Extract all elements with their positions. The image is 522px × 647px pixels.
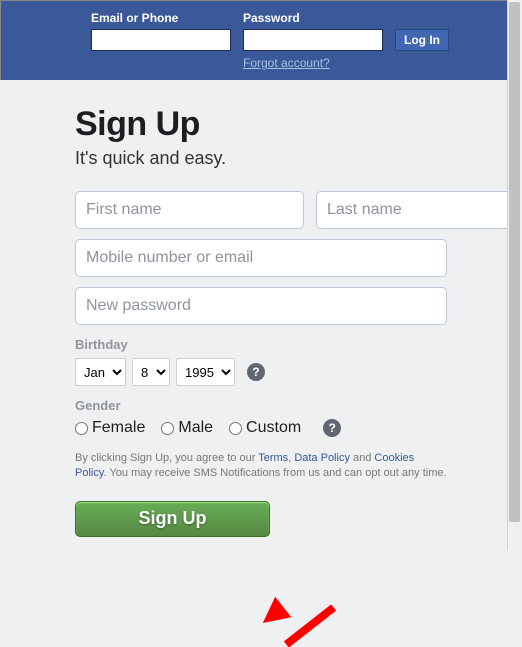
gender-female-option[interactable]: Female: [75, 419, 145, 437]
signup-subheading: It's quick and easy.: [75, 148, 447, 169]
login-bar: Email or Phone Password Forgot account? …: [0, 0, 522, 80]
terms-link[interactable]: Terms: [258, 452, 288, 464]
first-name-input[interactable]: [75, 191, 304, 229]
gender-help-icon[interactable]: ?: [323, 419, 341, 437]
birth-year-select[interactable]: 1995: [176, 358, 235, 386]
password-input[interactable]: [243, 29, 383, 51]
disclaimer-pre: By clicking Sign Up, you agree to our: [75, 452, 258, 464]
gender-female-radio[interactable]: [75, 422, 88, 435]
data-policy-link[interactable]: Data Policy: [294, 452, 350, 464]
vertical-scrollbar[interactable]: [507, 0, 522, 550]
gender-custom-option[interactable]: Custom: [229, 419, 301, 437]
new-password-input[interactable]: [75, 287, 447, 325]
birthday-row: Jan 8 1995 ?: [75, 358, 447, 386]
signup-heading: Sign Up: [75, 105, 447, 144]
login-button[interactable]: Log In: [395, 29, 449, 51]
birth-day-select[interactable]: 8: [132, 358, 170, 386]
login-password-group: Password Forgot account?: [243, 11, 383, 70]
terms-disclaimer: By clicking Sign Up, you agree to our Te…: [75, 451, 447, 481]
signup-button[interactable]: Sign Up: [75, 501, 270, 537]
forgot-account-link[interactable]: Forgot account?: [243, 56, 383, 70]
disclaimer-post: . You may receive SMS Notifications from…: [104, 467, 447, 479]
gender-row: Female Male Custom ?: [75, 419, 447, 437]
login-email-group: Email or Phone: [91, 11, 231, 51]
birth-month-select[interactable]: Jan: [75, 358, 126, 386]
email-label: Email or Phone: [91, 11, 231, 25]
scrollbar-thumb[interactable]: [509, 2, 520, 522]
contact-input[interactable]: [75, 239, 447, 277]
birthday-label: Birthday: [75, 337, 447, 352]
gender-female-text: Female: [92, 419, 145, 437]
signup-panel: Sign Up It's quick and easy. Birthday Ja…: [0, 80, 522, 537]
gender-male-text: Male: [178, 419, 213, 437]
gender-label: Gender: [75, 398, 447, 413]
email-input[interactable]: [91, 29, 231, 51]
gender-custom-radio[interactable]: [229, 422, 242, 435]
gender-custom-text: Custom: [246, 419, 301, 437]
birthday-help-icon[interactable]: ?: [247, 363, 265, 381]
gender-male-radio[interactable]: [161, 422, 174, 435]
last-name-input[interactable]: [316, 191, 522, 229]
gender-male-option[interactable]: Male: [161, 419, 213, 437]
password-label: Password: [243, 11, 383, 25]
